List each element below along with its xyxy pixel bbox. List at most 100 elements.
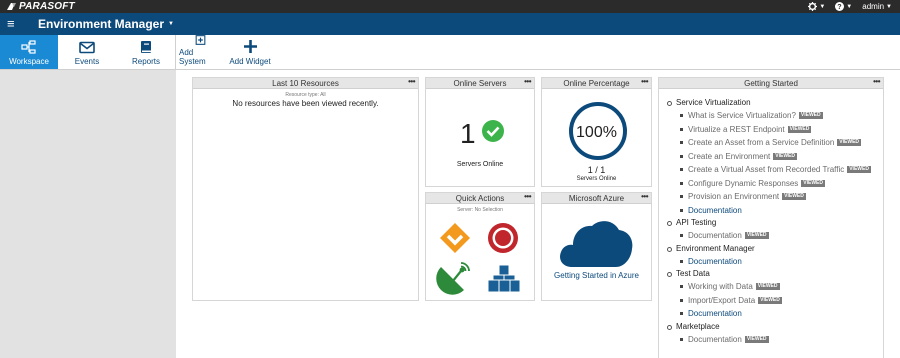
list-item[interactable]: Configure Dynamic Responses VIEWED [666,177,871,191]
add-widget-button[interactable]: Add Widget [229,35,271,69]
server-fraction: 1 / 1 [587,165,606,175]
viewed-badge: VIEWED [773,152,797,160]
list-item[interactable]: Documentation VIEWED [666,333,871,347]
widget-menu-icon[interactable]: ••• [641,191,648,202]
app-title-menu[interactable]: Environment Manager ▼ [38,16,174,32]
percentage-value: 100% [576,124,617,141]
virtualize-action-icon[interactable] [438,221,472,255]
viewed-badge: VIEWED [744,232,769,240]
gear-icon [808,2,818,11]
add-widget-label: Add Widget [229,57,271,66]
widget-header: Getting Started ••• [659,76,883,89]
widget-last-resources: Last 10 Resources ••• Resource type: All… [192,77,419,301]
list-item[interactable]: Documentation VIEWED [666,229,871,243]
hamburger-menu-icon[interactable]: ≡ [7,16,15,32]
list-item[interactable]: Create a Virtual Asset from Recorded Tra… [666,163,871,177]
book-icon [141,41,151,53]
chevron-down-icon: ▼ [819,3,826,10]
satellite-dish-icon[interactable] [436,259,472,295]
widget-title: Microsoft Azure [568,194,625,203]
tab-workspace[interactable]: Workspace [0,35,58,69]
viewed-badge: VIEWED [847,166,871,174]
title-bar: ≡ Environment Manager ▼ [0,13,900,35]
add-system-button[interactable]: Add System [179,35,221,69]
viewed-badge: VIEWED [782,193,806,201]
record-action-icon[interactable] [486,221,520,255]
tab-reports[interactable]: Reports [117,35,175,69]
list-item[interactable]: Create an Environment VIEWED [666,150,871,164]
widget-online-servers: Online Servers ••• 1 Servers Online [425,77,535,187]
chevron-down-icon: ▼ [168,21,174,27]
documentation-link[interactable]: Documentation [666,204,871,218]
widget-title: Online Percentage [563,79,630,88]
plus-icon [243,40,257,53]
widget-title: Getting Started [744,79,798,88]
viewed-badge: VIEWED [798,112,823,120]
widget-menu-icon[interactable]: ••• [641,76,648,87]
brand-name: PARASOFT [19,1,75,12]
server-selection: Server: No Selection [457,207,503,213]
list-item[interactable]: What is Service Virtualization? VIEWED [666,109,871,123]
documentation-link[interactable]: Documentation [666,307,871,321]
viewed-badge: VIEWED [744,335,769,343]
widget-header: Online Percentage ••• [542,76,651,89]
section-title: Environment Manager [666,243,871,255]
user-menu[interactable]: admin ▼ [862,2,892,11]
empty-message: No resources have been viewed recently. [232,99,379,108]
widget-menu-icon[interactable]: ••• [408,76,415,87]
list-item[interactable]: Create an Asset from a Service Definitio… [666,136,871,150]
section-title: API Testing [666,217,871,229]
widget-online-percentage: Online Percentage ••• 100% 1 / 1 Servers… [541,77,652,187]
viewed-badge: VIEWED [801,179,826,187]
toolbar-divider [175,35,176,69]
plus-box-icon [195,35,205,45]
documentation-link[interactable]: Documentation [666,255,871,269]
left-sidebar [0,70,176,358]
list-item[interactable]: Import/Export Data VIEWED [666,294,871,308]
help-menu[interactable]: ? ▼ [835,2,852,11]
chevron-down-icon: ▼ [886,3,892,10]
widget-header: Online Servers ••• [426,76,534,89]
cubes-icon[interactable] [486,263,522,295]
tab-label: Reports [131,57,160,66]
svg-text:?: ? [838,2,842,11]
widget-header: Last 10 Resources ••• [193,76,418,89]
app-title: Environment Manager [38,17,165,31]
settings-menu[interactable]: ▼ [808,2,825,11]
toolbar: Workspace Events Reports Add System Add … [0,35,900,70]
online-server-count: 1 [460,118,476,149]
tab-label: Workspace [9,57,49,66]
widget-title: Last 10 Resources [272,79,339,88]
widget-menu-icon[interactable]: ••• [524,76,531,87]
help-icon: ? [835,2,845,11]
parasoft-logo-icon [7,3,16,10]
list-item[interactable]: Virtualize a REST Endpoint VIEWED [666,123,871,137]
resource-type-filter: Resource type: All [285,92,326,98]
widget-getting-started: Getting Started ••• Service Virtualizati… [658,77,884,358]
user-name: admin [862,2,885,11]
check-circle-icon [482,120,504,142]
list-item[interactable]: Working with Data VIEWED [666,280,871,294]
list-item[interactable]: Provision an Environment VIEWED [666,190,871,204]
azure-getting-started-link[interactable]: Getting Started in Azure [542,271,651,280]
widget-menu-icon[interactable]: ••• [873,76,880,87]
viewed-badge: VIEWED [837,139,862,147]
parasoft-logo: PARASOFT [6,0,75,13]
widget-menu-icon[interactable]: ••• [524,191,531,202]
tab-events[interactable]: Events [58,35,116,69]
add-system-label: Add System [179,48,206,66]
viewed-badge: VIEWED [755,283,780,291]
section-title: Service Virtualization [666,97,871,109]
chevron-down-icon: ▼ [846,3,853,10]
widget-header: Quick Actions ••• [426,191,534,204]
getting-started-list: Service Virtualization What is Service V… [666,97,871,346]
section-title: Test Data [666,268,871,280]
cloud-icon [560,221,633,267]
workspace-icon [21,40,36,54]
widget-title: Quick Actions [455,194,505,203]
widget-title: Online Servers [453,79,507,88]
brand-bar: PARASOFT ▼ ? ▼ admin ▼ [0,0,900,13]
viewed-badge: VIEWED [758,296,782,304]
servers-online-caption: Servers Online [576,176,617,182]
viewed-badge: VIEWED [787,125,812,133]
